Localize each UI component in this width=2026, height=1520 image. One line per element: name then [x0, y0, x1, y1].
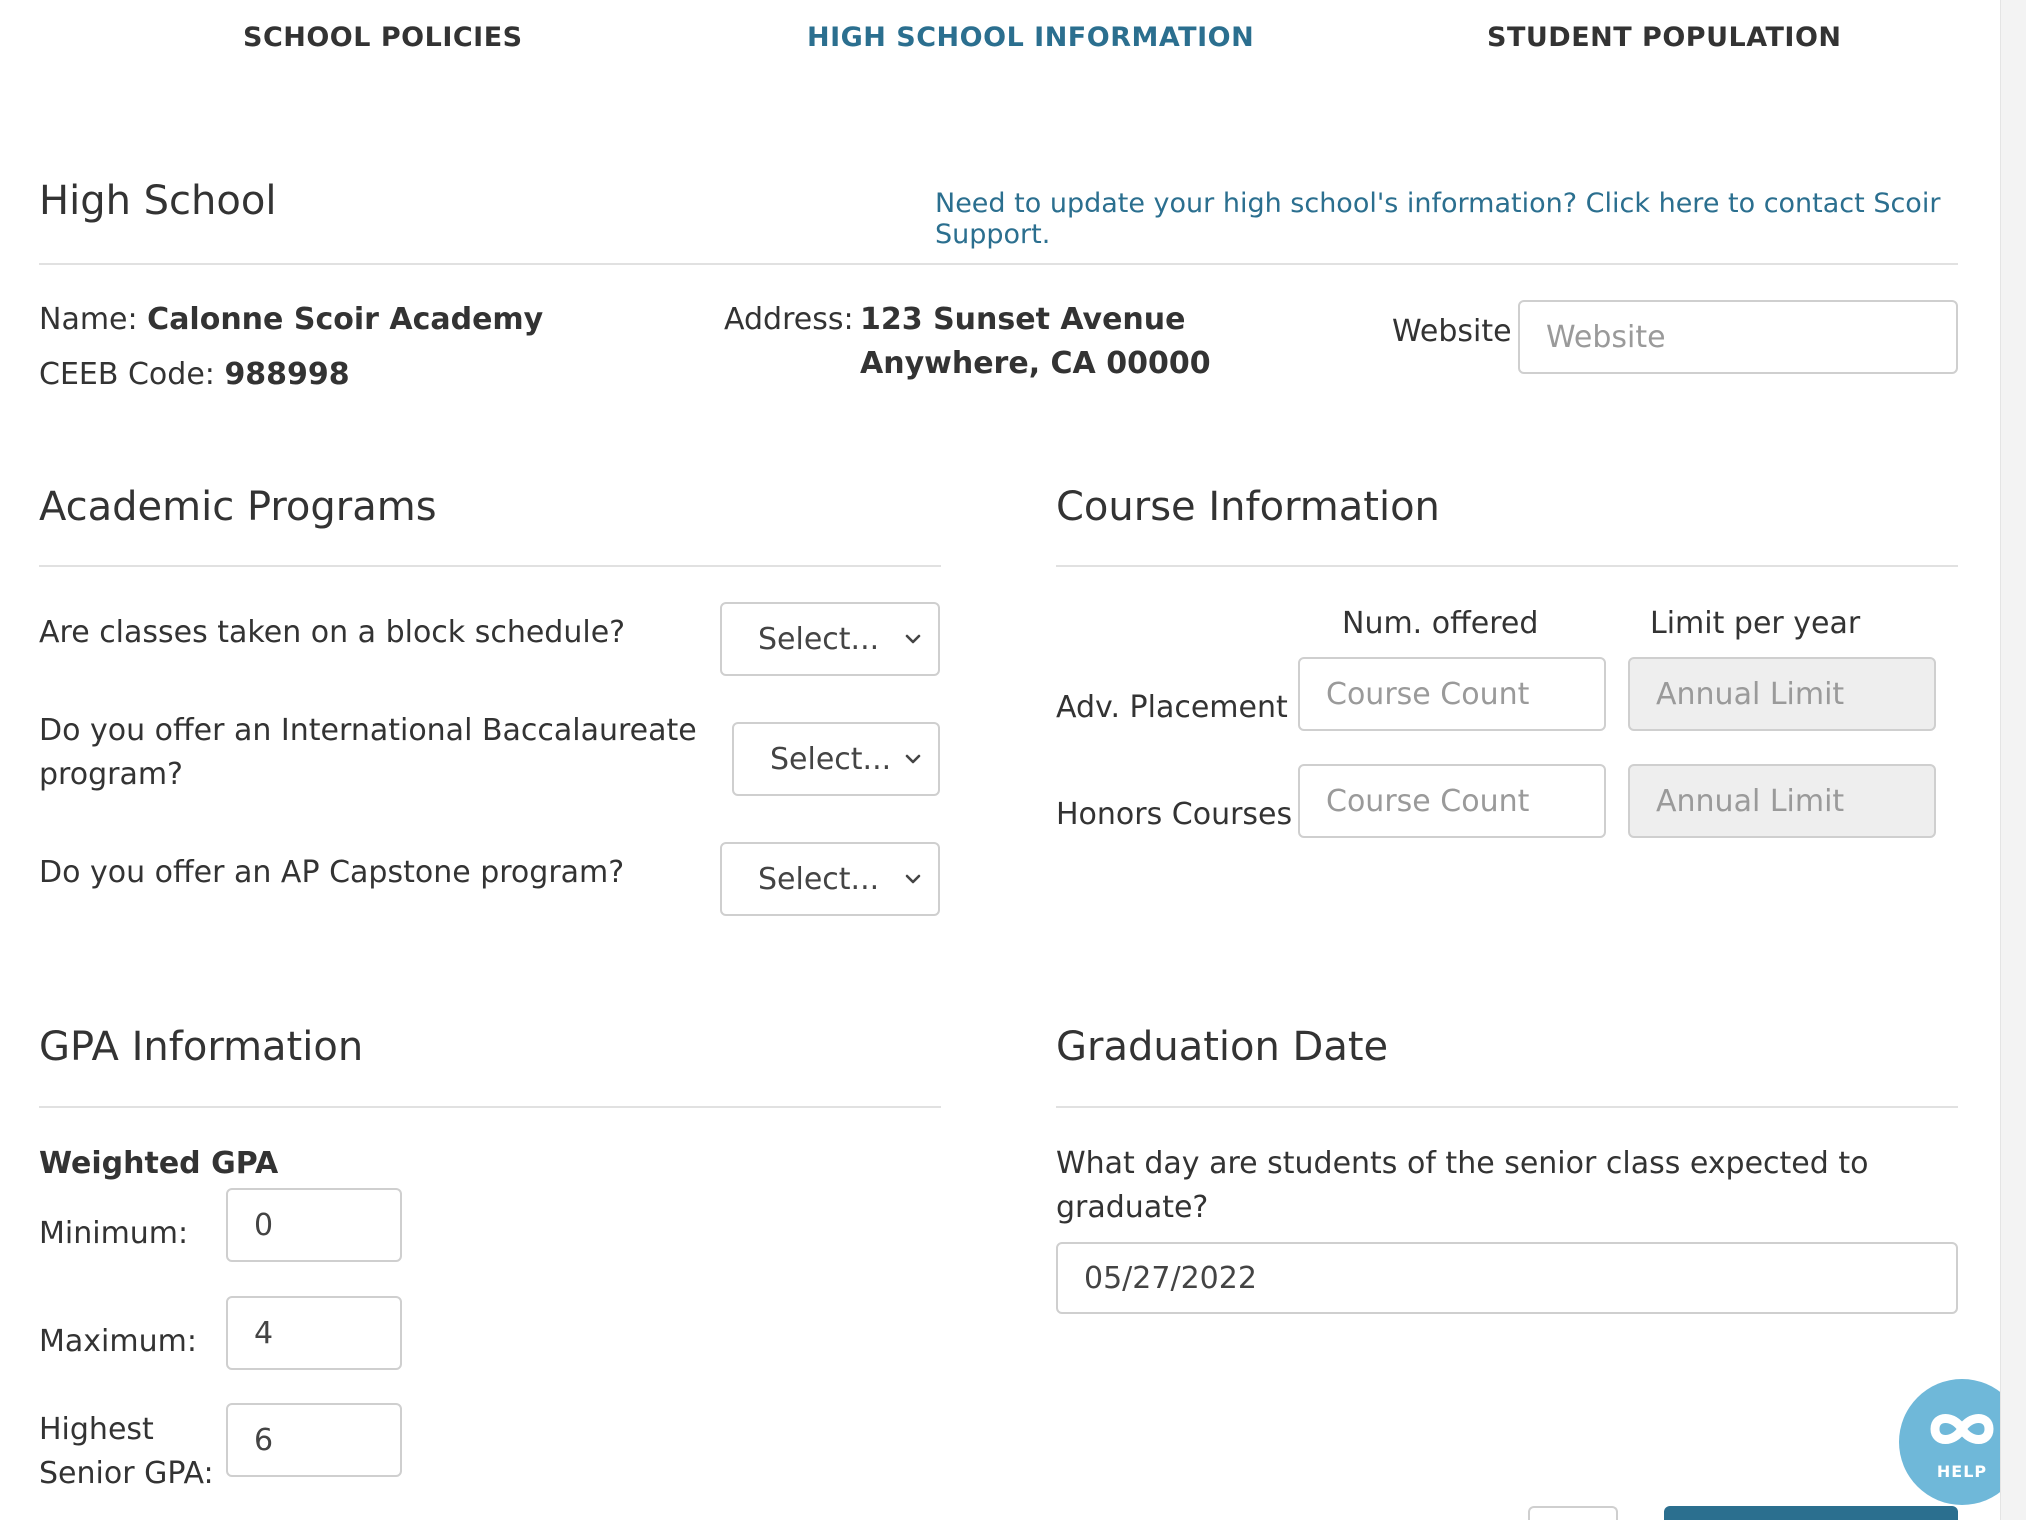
honors-count-input[interactable] [1298, 764, 1606, 838]
adv-placement-count-input[interactable] [1298, 657, 1606, 731]
address-line2: Anywhere, CA 00000 [860, 346, 1211, 381]
school-name: Calonne Scoir Academy [147, 302, 544, 337]
gpa-maximum-input[interactable] [226, 1296, 402, 1370]
chevron-down-icon [905, 754, 921, 764]
divider [1056, 565, 1958, 567]
ap-capstone-select[interactable]: Select... [720, 842, 940, 916]
limit-per-year-header: Limit per year [1650, 606, 1861, 641]
weighted-gpa-heading: Weighted GPA [39, 1146, 279, 1181]
ceeb-label: CEEB Code: [39, 357, 215, 392]
tab-student-population[interactable]: STUDENT POPULATION [1487, 22, 1842, 53]
block-schedule-question: Are classes taken on a block schedule? [39, 615, 626, 650]
website-input[interactable] [1518, 300, 1958, 374]
highest-senior-gpa-label-line2: Senior GPA: [39, 1456, 214, 1491]
highest-senior-gpa-input[interactable] [226, 1403, 402, 1477]
divider [1056, 1106, 1958, 1108]
infinity-icon [1930, 1414, 1994, 1444]
save-button[interactable] [1664, 1506, 1958, 1520]
highest-senior-gpa-label-line1: Highest [39, 1412, 154, 1447]
adv-placement-label: Adv. Placement [1056, 690, 1288, 725]
block-schedule-selected: Select... [758, 621, 880, 657]
name-label: Name: [39, 302, 138, 337]
block-schedule-select[interactable]: Select... [720, 602, 940, 676]
gpa-minimum-input[interactable] [226, 1188, 402, 1262]
tab-high-school-information[interactable]: HIGH SCHOOL INFORMATION [807, 22, 1254, 53]
cancel-button[interactable] [1528, 1506, 1618, 1520]
graduation-date-input[interactable] [1056, 1242, 1958, 1314]
page: SCHOOL POLICIES HIGH SCHOOL INFORMATION … [0, 0, 2000, 1520]
website-label: Website [1392, 314, 1512, 349]
academic-programs-title: Academic Programs [39, 484, 437, 530]
graduation-question-line1: What day are students of the senior clas… [1056, 1146, 1869, 1181]
tab-school-policies[interactable]: SCHOOL POLICIES [243, 22, 523, 53]
course-information-title: Course Information [1056, 484, 1440, 530]
high-school-title: High School [39, 178, 277, 224]
honors-courses-label: Honors Courses [1056, 797, 1293, 832]
adv-placement-limit-input [1628, 657, 1936, 731]
graduation-date-title: Graduation Date [1056, 1024, 1389, 1070]
scrollbar-thumb[interactable] [2007, 4, 2021, 1504]
chevron-down-icon [905, 634, 921, 644]
divider [39, 1106, 941, 1108]
address-line1: 123 Sunset Avenue [860, 302, 1186, 337]
gpa-information-title: GPA Information [39, 1024, 364, 1070]
ap-capstone-question: Do you offer an AP Capstone program? [39, 855, 625, 890]
num-offered-header: Num. offered [1342, 606, 1539, 641]
ceeb-row: CEEB Code: 988998 [39, 357, 350, 392]
gpa-minimum-label: Minimum: [39, 1216, 189, 1251]
graduation-question-line2: graduate? [1056, 1190, 1209, 1225]
ib-question-line1: Do you offer an International Baccalaure… [39, 713, 697, 748]
divider [39, 565, 941, 567]
gpa-maximum-label: Maximum: [39, 1324, 197, 1359]
ib-program-selected: Select... [770, 741, 892, 777]
address-label: Address: [724, 302, 854, 337]
ib-question-line2: program? [39, 757, 183, 792]
ib-program-select[interactable]: Select... [732, 722, 940, 796]
ap-capstone-selected: Select... [758, 861, 880, 897]
ceeb-code: 988998 [224, 357, 350, 392]
name-row: Name: Calonne Scoir Academy [39, 302, 543, 337]
chevron-down-icon [905, 874, 921, 884]
divider [39, 263, 1958, 265]
support-link[interactable]: Need to update your high school's inform… [935, 188, 2000, 250]
honors-limit-input [1628, 764, 1936, 838]
scrollbar[interactable] [2000, 0, 2026, 1520]
